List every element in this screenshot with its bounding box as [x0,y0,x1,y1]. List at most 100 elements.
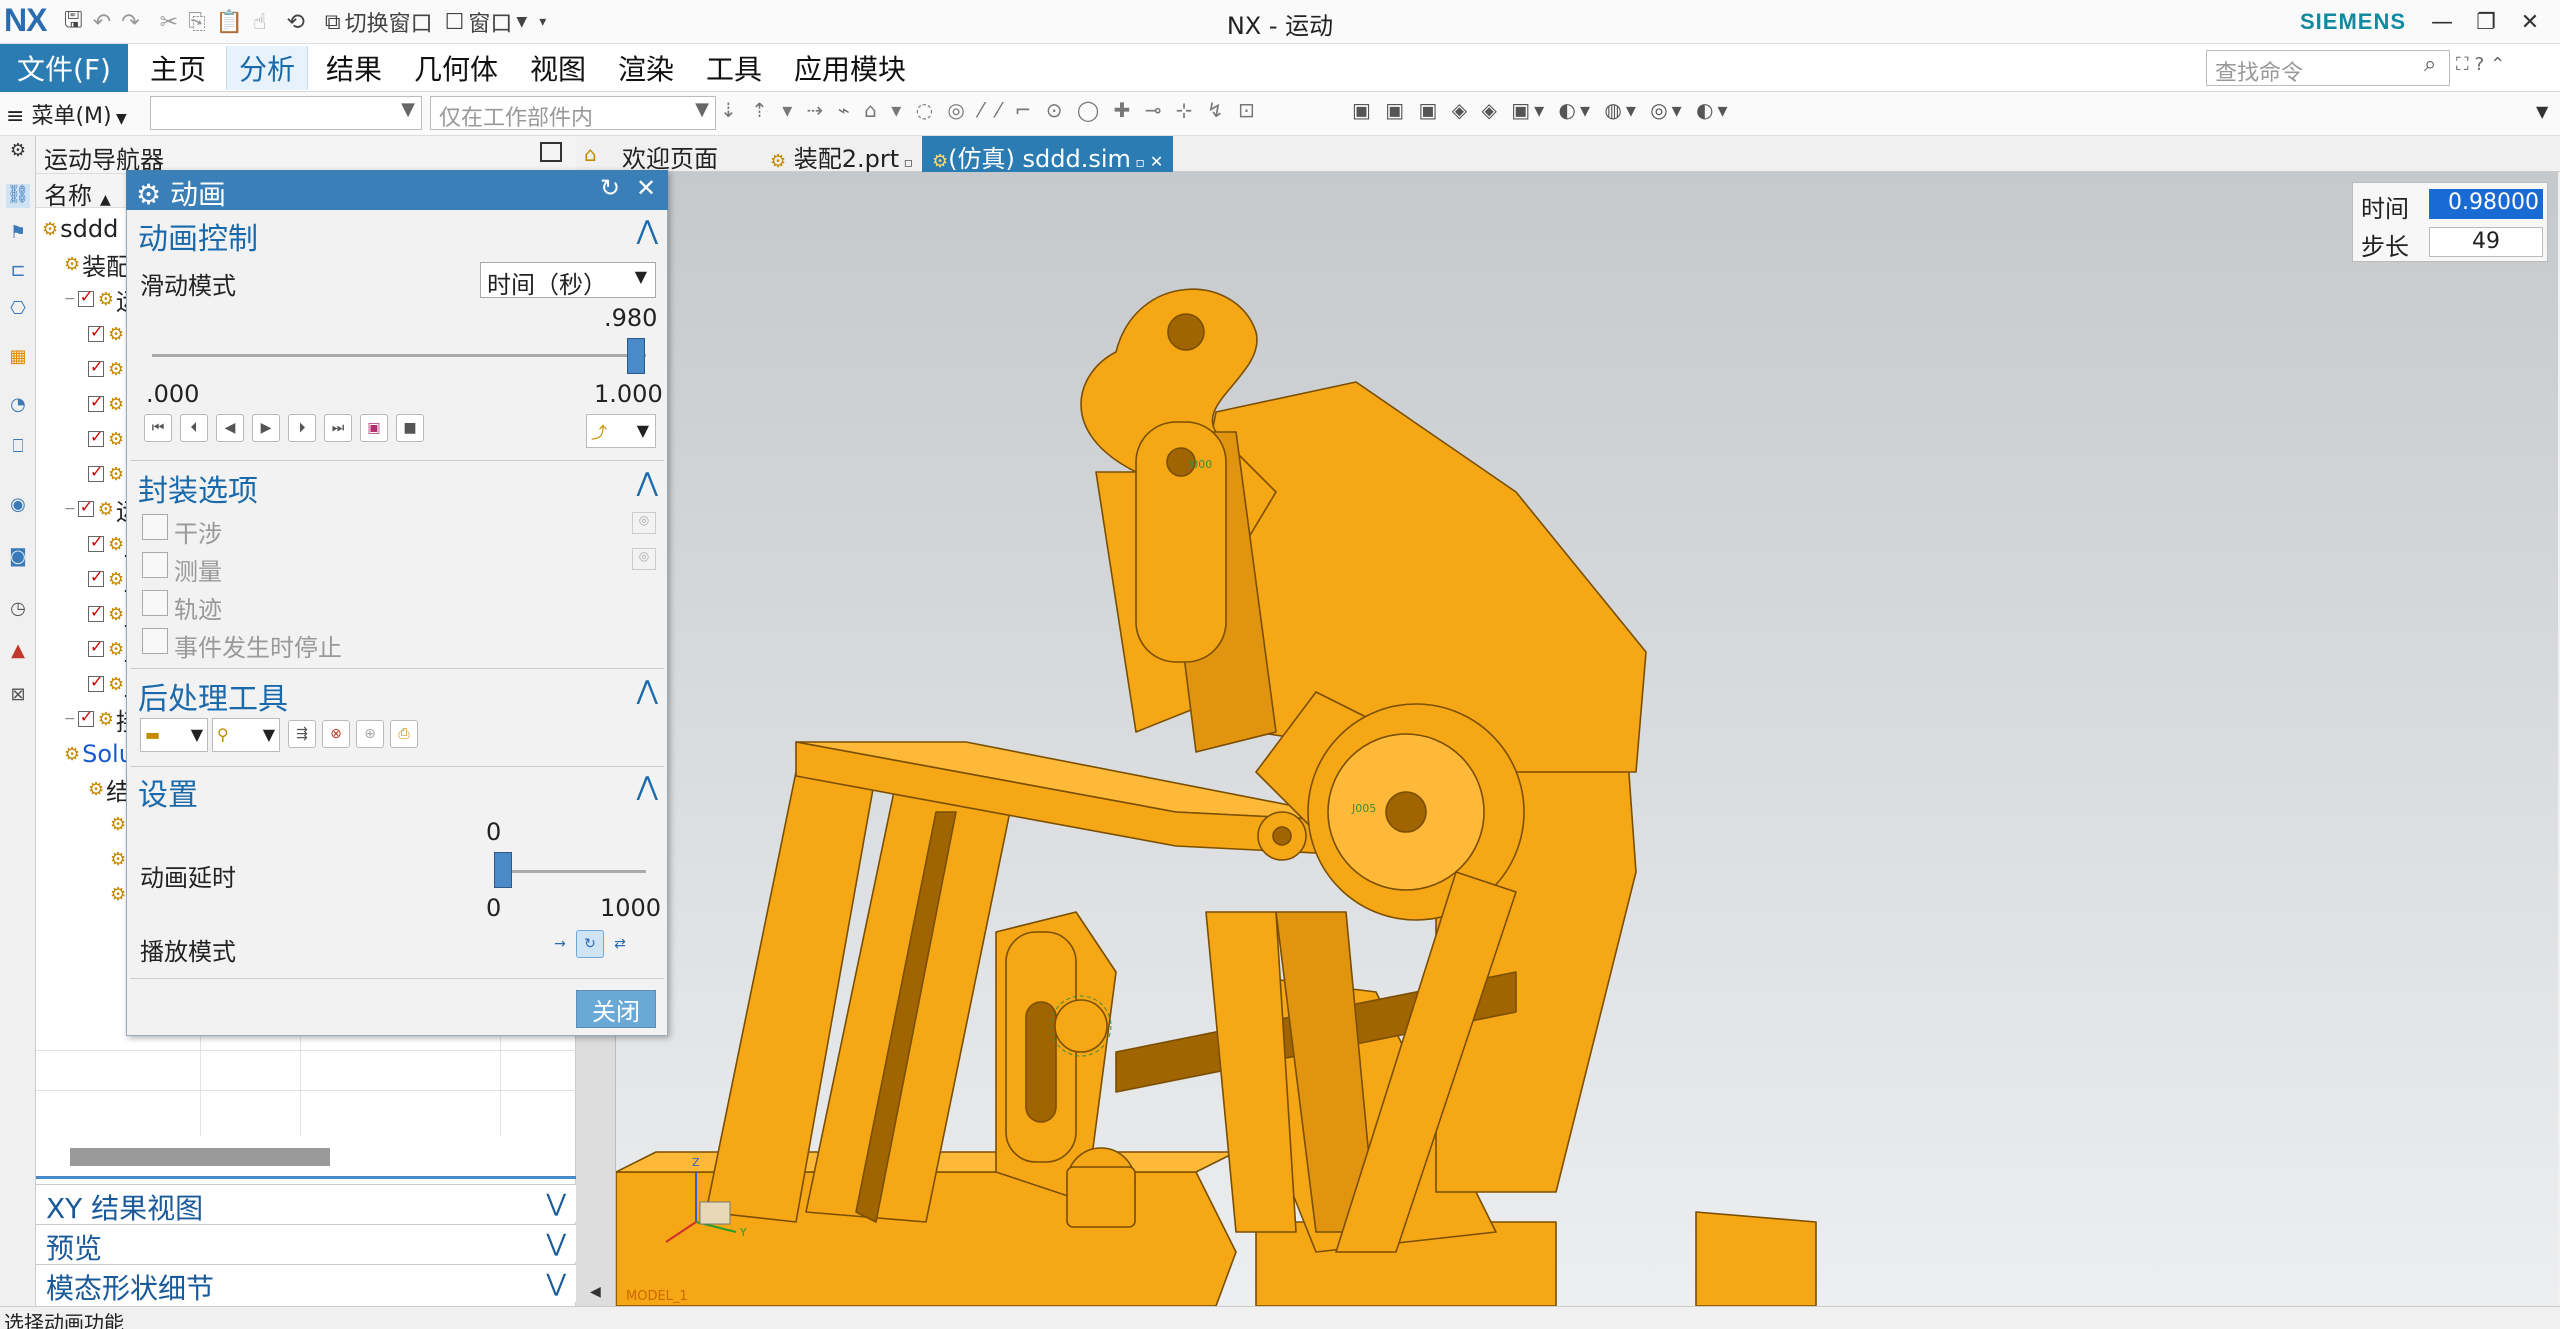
chevron-down-icon[interactable]: ▼ [516,14,527,30]
fast-forward-button[interactable]: ⏭ [324,414,352,442]
collapse-panel-icon[interactable]: ◀ [590,1284,601,1300]
search-icon[interactable]: ⌕ [2424,52,2436,77]
mechanism-model[interactable]: J005 J000 Z Y MODEL_1 [615,172,2558,1307]
tree-row-checkbox[interactable] [88,322,104,342]
tab-analysis[interactable]: 分析 [226,46,309,90]
tab-render[interactable]: 渲染 [606,46,686,90]
clock-icon[interactable]: ◷ [6,598,30,622]
play-button[interactable]: ▶ [252,414,280,442]
reset-icon[interactable]: ↻ [600,174,620,202]
slide-mode-select[interactable]: 时间（秒） ▼ [480,262,656,299]
repeat-command-icon[interactable]: ⟲ [286,10,304,35]
reuse-library-icon[interactable]: ▦ [6,346,30,370]
tree-row-checkbox[interactable] [77,707,94,727]
navigator-horizontal-scrollbar[interactable] [70,1148,330,1166]
marker-display-button[interactable]: ⊗ [322,720,350,748]
tab-results[interactable]: 结果 [314,46,394,90]
snapshot-button[interactable]: ⎙ [390,720,418,748]
tree-row-checkbox[interactable] [88,567,104,587]
tab-home[interactable]: 主页 [138,46,218,90]
resource-bar-settings-icon[interactable]: ⚙ [6,140,30,164]
part-navigator-icon[interactable]: ⎔ [6,298,30,322]
tree-row-checkbox[interactable] [88,602,104,622]
tab-assembly-part[interactable]: ⚙ 装配2.prt ▫ [760,136,923,173]
hd3d-tools-icon[interactable]: ◔ [6,394,30,418]
measure-checkbox[interactable] [142,552,168,578]
step-forward-button[interactable]: ⏵ [288,414,316,442]
play-backward-button[interactable]: ◀ [216,414,244,442]
color-palette-icon[interactable]: ▲ [6,640,30,664]
section-postprocess-tools[interactable]: 后处理工具 ⋀ [130,674,664,717]
view-toolbar-icons[interactable]: ▣ ▣ ▣ ◈ ◈ ▣▾ ◐▾ ◍▾ ◎▾ ◐▾ [1352,98,1732,122]
toolbar-overflow-icon[interactable]: ▼ [2536,102,2548,121]
switch-window-icon[interactable]: ⧉ [325,10,341,35]
constraint-navigator-icon[interactable]: ⊏ [6,260,30,284]
interference-checkbox[interactable] [142,514,168,540]
rewind-to-start-button[interactable]: ⏮ [144,414,172,442]
section-mode-shape-details[interactable]: 模态形状细节 ⋁ [36,1264,576,1305]
minimize-button[interactable]: — [2420,4,2464,40]
window-menu[interactable]: 窗口 [468,6,512,38]
section-animation-control[interactable]: 动画控制 ⋀ [130,214,664,257]
tab-applications[interactable]: 应用模块 [782,46,918,90]
interference-settings-icon[interactable]: ◎ [632,512,656,534]
tree-row-checkbox[interactable] [88,357,104,377]
close-button[interactable]: 关闭 [576,990,656,1028]
trace-checkbox[interactable] [142,590,168,616]
tab-simulation[interactable]: ⚙(仿真) sddd.sim ▫ ✕ [922,136,1174,173]
export-csv-button[interactable]: ⇶ [288,720,316,748]
switch-window-button[interactable]: 切换窗口 [345,6,433,38]
section-xy-results[interactable]: XY 结果视图 ⋁ [36,1184,576,1225]
ping-pong-icon[interactable]: ⇄ [606,930,634,958]
paste-icon[interactable]: 📋 [216,10,243,35]
tree-row-checkbox[interactable] [88,637,104,657]
navigator-maximize-icon[interactable] [540,142,562,162]
close-tab-icon[interactable]: ✕ [1145,152,1163,171]
disabled-tool-button[interactable]: ⊕ [356,720,384,748]
section-settings[interactable]: 设置 ⋀ [130,770,664,813]
tab-geometry[interactable]: 几何体 [402,46,510,90]
tree-row-checkbox[interactable] [88,532,104,552]
roles-icon[interactable]: ⊠ [6,684,30,708]
step-value-field[interactable]: 49 [2429,227,2543,257]
close-dialog-icon[interactable]: ✕ [636,174,656,202]
tree-row-checkbox[interactable] [77,287,94,307]
loop-icon[interactable]: ↻ [576,930,604,958]
restore-button[interactable]: ❐ [2464,4,2508,40]
play-once-icon[interactable]: → [546,930,574,958]
undo-icon[interactable]: ↶ [93,10,111,35]
section-preview[interactable]: 预览 ⋁ [36,1224,576,1265]
tab-welcome[interactable]: 欢迎页面 [612,136,728,173]
history-icon[interactable]: ◉ [6,494,30,518]
tab-tools[interactable]: 工具 [694,46,774,90]
tree-row-checkbox[interactable] [77,497,94,517]
close-window-button[interactable]: ✕ [2508,4,2552,40]
type-filter-select[interactable]: ▼ [150,96,422,130]
time-value-field[interactable]: 0.98000 [2429,189,2543,219]
measure-settings-icon[interactable]: ◎ [632,548,656,570]
step-back-button[interactable]: ⏴ [180,414,208,442]
tab-view[interactable]: 视图 [518,46,598,90]
snap-point-icons[interactable]: ⇣ ⇡ ▾ ⇢ ⌁ ⌂ ▾ ◌ ◎ ⁄ ⁄ ⌐ ⊙ ◯ ✚ ⊸ ⊹ ↯ ⊡ [720,98,1259,122]
system-materials-icon[interactable]: ◙ [6,546,30,570]
time-slider-track[interactable] [152,354,646,357]
touch-mode-icon[interactable]: ☝ [253,10,266,35]
section-packaging-options[interactable]: 封装选项 ⋀ [130,466,664,509]
assembly-navigator-icon[interactable]: ⚑ [6,222,30,246]
command-search-input[interactable]: 查找命令 [2206,50,2450,86]
save-icon[interactable]: 🖫 [64,3,83,41]
column-name[interactable]: 名称 [44,182,92,210]
tracer-tools-dropdown[interactable]: ⚲ ▼ [212,718,280,752]
tree-row-checkbox[interactable] [88,462,104,482]
stop-button[interactable]: ■ [396,414,424,442]
delay-slider-thumb[interactable] [494,852,512,888]
tree-row-checkbox[interactable] [88,427,104,447]
stop-on-event-checkbox[interactable] [142,628,168,654]
record-button[interactable]: ▣ [360,414,388,442]
file-tab[interactable]: 文件(F) [0,44,128,92]
web-browser-icon[interactable]: ⎕ [6,436,30,460]
graphics-viewport[interactable]: J005 J000 Z Y MODEL_1 [615,172,2558,1307]
menu-button[interactable]: ≡ 菜单(M) ▼ [6,98,127,130]
cut-icon[interactable]: ✂ [160,10,178,35]
selection-scope-select[interactable]: 仅在工作部件内 ▼ [430,96,716,131]
